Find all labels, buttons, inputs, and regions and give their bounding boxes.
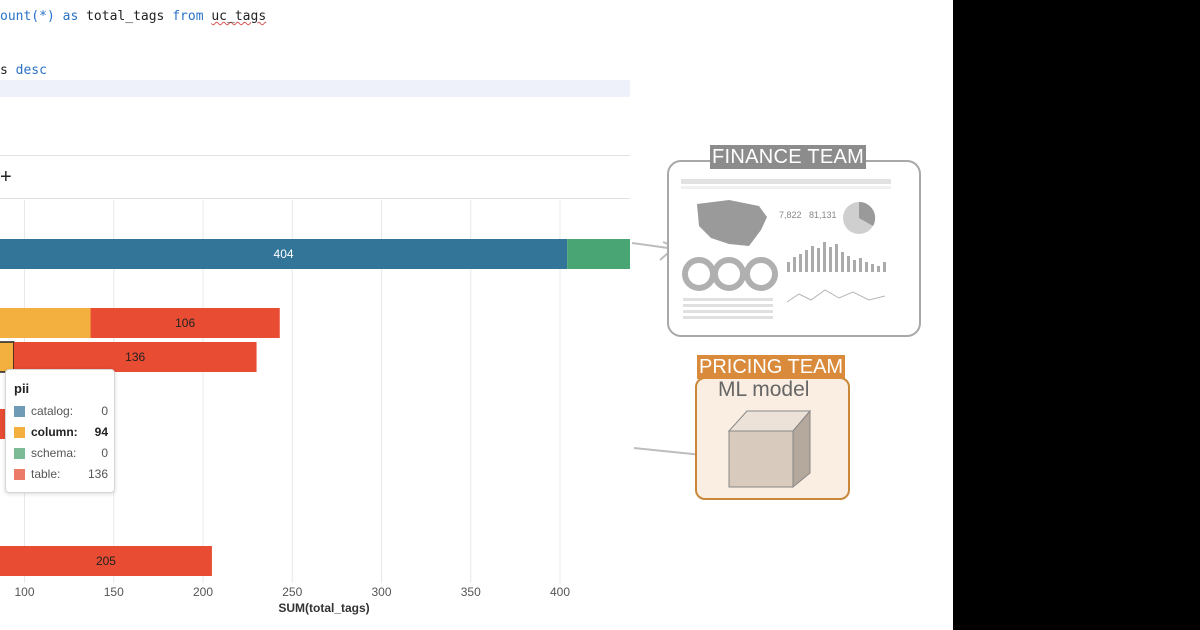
bar-data-label: 205 [96, 554, 116, 568]
code-line-highlight [0, 80, 630, 97]
divider [0, 198, 630, 199]
tooltip-row: schema: 0 [14, 446, 108, 462]
pricing-team-label: PRICING TEAM [697, 355, 846, 379]
bar-data-label: 136 [125, 350, 145, 364]
code-line-1[interactable]: ount(*) as total_tags from uc_tags [0, 9, 266, 24]
legend-swatch [14, 406, 25, 417]
finance-stat-2: 81,131 [809, 210, 837, 220]
tooltip-row: catalog: 0 [14, 404, 108, 420]
x-tick-label: 150 [104, 585, 124, 599]
ml-model-label: ML model [718, 378, 810, 401]
finance-team-box: 7,822 81,131 [667, 160, 921, 337]
tooltip-title: pii [14, 381, 30, 396]
tooltip-label: table: [31, 467, 61, 481]
x-tick-label: 250 [282, 585, 302, 599]
tooltip-row: table: 136 [14, 467, 108, 483]
donut-icon [682, 257, 716, 291]
bar-segment-column[interactable] [0, 308, 91, 338]
bar-data-label: 404 [274, 247, 294, 261]
finance-stat-1: 7,822 [779, 210, 802, 220]
tooltip-row: column: 94 [14, 425, 108, 441]
tooltip-value: 0 [101, 446, 108, 460]
tooltip-label: schema: [31, 446, 77, 460]
legend-swatch [14, 427, 25, 438]
add-visualization-button[interactable]: + [0, 166, 12, 188]
black-side-panel [953, 0, 1200, 630]
dashboard-thumbnail: 7,822 81,131 [681, 179, 891, 319]
tooltip-value: 0 [101, 404, 108, 418]
x-tick-label: 100 [14, 585, 34, 599]
bar-data-label: 106 [175, 316, 195, 330]
bar-segment-schema[interactable] [567, 239, 630, 269]
code-line-2[interactable]: s desc [0, 63, 47, 78]
divider [0, 155, 630, 156]
x-axis-label: SUM(total_tags) [278, 601, 369, 615]
us-map-icon [697, 200, 767, 246]
tooltip-label: catalog: [31, 404, 74, 418]
tooltip-label: column: [31, 425, 78, 439]
tooltip-value: 136 [87, 467, 108, 481]
legend-swatch [14, 469, 25, 480]
x-tick-label: 300 [371, 585, 391, 599]
x-tick-label: 200 [193, 585, 213, 599]
tooltip-value: 94 [94, 425, 108, 439]
finance-team-label: FINANCE TEAM [710, 145, 867, 169]
bar-segment-column[interactable] [0, 341, 15, 373]
legend-swatch [14, 448, 25, 459]
donut-icon [744, 257, 778, 291]
donut-icon [712, 257, 746, 291]
chart-tooltip: pii catalog: 0 column: 94 schema: 0 tabl… [5, 369, 115, 493]
x-tick-label: 350 [461, 585, 481, 599]
x-tick-label: 400 [550, 585, 570, 599]
